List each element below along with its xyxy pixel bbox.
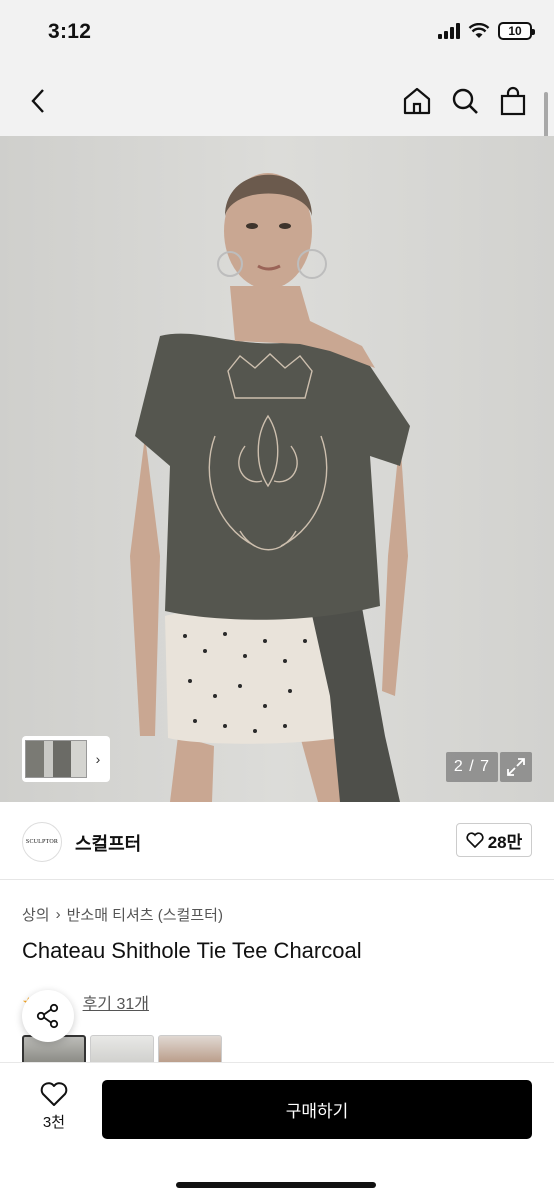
breadcrumb: 상의 › 반소매 티셔츠 (스컬프터) (22, 904, 223, 925)
cart-button[interactable] (492, 80, 534, 122)
wishlist-count: 3천 (42, 1114, 66, 1131)
search-icon (452, 88, 478, 114)
nav-bar (0, 66, 554, 136)
brand-like-button[interactable]: 28만 (456, 823, 532, 857)
review-link[interactable]: 후기 31개 (83, 990, 149, 1014)
heart-icon (40, 1082, 68, 1106)
expand-button[interactable] (500, 752, 532, 782)
back-button[interactable] (18, 80, 60, 122)
product-photo (0, 136, 554, 802)
chevron-left-icon (31, 89, 44, 113)
expand-icon (507, 758, 525, 776)
gallery-thumbnail-image (25, 740, 87, 778)
product-image-gallery[interactable]: › 2 / 7 (0, 136, 554, 802)
home-button[interactable] (396, 80, 438, 122)
brand-like-count: 28만 (487, 832, 523, 852)
product-title: Chateau Shithole Tie Tee Charcoal (22, 938, 362, 963)
status-icons: 10 (438, 22, 535, 40)
shopping-bag-icon (500, 86, 526, 116)
wishlist-button[interactable]: 3천 (30, 1081, 78, 1132)
share-button[interactable] (22, 990, 74, 1042)
home-icon (403, 87, 431, 115)
gallery-thumbnail-button[interactable]: › (22, 736, 110, 782)
home-indicator (176, 1182, 376, 1188)
brand-logo[interactable]: SCULPTOR (22, 822, 62, 862)
bottom-action-bar: 3천 구매하기 (0, 1062, 554, 1200)
chevron-right-icon: › (95, 751, 101, 767)
buy-button[interactable]: 구매하기 (102, 1080, 532, 1139)
image-counter: 2 / 7 (446, 752, 498, 782)
brand-row: SCULPTOR 스컬프터 28만 (0, 802, 554, 880)
share-icon (36, 1003, 59, 1029)
color-option[interactable] (90, 1035, 154, 1065)
status-time: 3:12 (48, 20, 92, 43)
brand-name[interactable]: 스컬프터 (75, 830, 141, 856)
breadcrumb-separator: › (55, 906, 61, 923)
heart-icon (466, 832, 484, 848)
wifi-icon (468, 23, 490, 38)
cellular-signal-icon (438, 23, 460, 39)
status-bar: 3:12 10 (0, 0, 554, 66)
breadcrumb-item[interactable]: 반소매 티셔츠 (스컬프터) (67, 904, 223, 925)
battery-indicator: 10 (498, 22, 535, 40)
breadcrumb-item[interactable]: 상의 (22, 904, 50, 925)
color-option[interactable] (158, 1035, 222, 1065)
search-button[interactable] (444, 80, 486, 122)
